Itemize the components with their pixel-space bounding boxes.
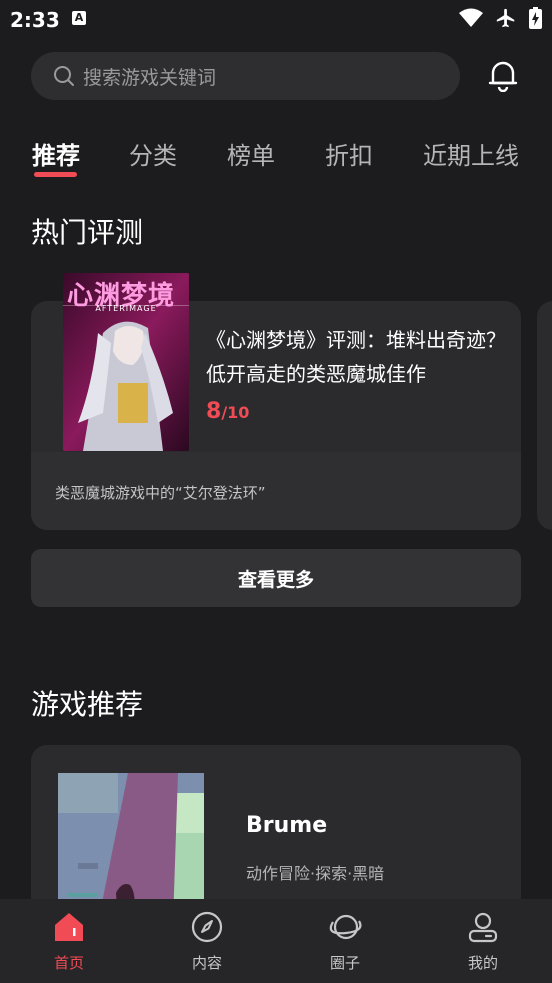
wifi-icon <box>459 8 483 27</box>
category-tabs: 推荐 分类 榜单 折扣 近期上线 <box>0 130 552 178</box>
review-cover-image: 心渊梦境 AFTERIMAGE <box>63 273 189 451</box>
search-bar[interactable]: 搜索游戏关键词 <box>31 52 460 100</box>
planet-icon <box>329 914 362 940</box>
nav-home[interactable]: 首页 <box>0 899 138 983</box>
score-value: 8 <box>206 399 222 424</box>
review-title: 《心渊梦境》评测：堆料出奇迹？低开高走的类恶魔城佳作 <box>206 328 506 386</box>
tab-rankings[interactable]: 榜单 <box>227 136 275 171</box>
active-tab-indicator <box>34 172 77 177</box>
search-icon <box>54 66 74 86</box>
review-score: 8/10 <box>206 399 249 424</box>
cover-subtitle-text: AFTERIMAGE <box>95 304 157 313</box>
nav-content[interactable]: 内容 <box>138 899 276 983</box>
tab-upcoming[interactable]: 近期上线 <box>423 136 519 171</box>
notification-bell-icon[interactable] <box>486 58 520 92</box>
hot-reviews-title: 热门评测 <box>31 216 144 249</box>
compass-icon <box>191 911 223 943</box>
tab-recommend[interactable]: 推荐 <box>32 136 80 171</box>
status-time: 2:33 <box>10 8 60 32</box>
review-description: 类恶魔城游戏中的“艾尔登法环” <box>55 484 266 502</box>
notification-badge-icon: A <box>72 11 86 25</box>
status-bar: 2:33 A <box>0 0 552 38</box>
nav-circle-label: 圈子 <box>329 954 360 972</box>
search-placeholder: 搜索游戏关键词 <box>83 67 217 89</box>
score-max: /10 <box>221 403 250 422</box>
game-recommend-title: 游戏推荐 <box>31 688 144 721</box>
airplane-mode-icon <box>496 8 515 28</box>
battery-charging-icon <box>529 7 542 29</box>
nav-me[interactable]: 我的 <box>414 899 552 983</box>
nav-me-label: 我的 <box>467 954 498 972</box>
nav-content-label: 内容 <box>191 954 222 972</box>
tab-discounts[interactable]: 折扣 <box>325 136 373 171</box>
game-name: Brume <box>246 813 328 838</box>
game-tags: 动作冒险·探索·黑暗 <box>246 864 385 883</box>
home-icon <box>55 913 83 941</box>
tab-categories[interactable]: 分类 <box>129 136 177 171</box>
bottom-nav: 首页 内容 圈子 我的 <box>0 899 552 983</box>
status-icons <box>459 7 542 29</box>
profile-icon <box>468 912 498 943</box>
next-review-card-peek[interactable] <box>537 301 552 530</box>
nav-home-label: 首页 <box>53 954 84 972</box>
view-more-button[interactable]: 查看更多 <box>31 549 521 607</box>
nav-circle[interactable]: 圈子 <box>276 899 414 983</box>
